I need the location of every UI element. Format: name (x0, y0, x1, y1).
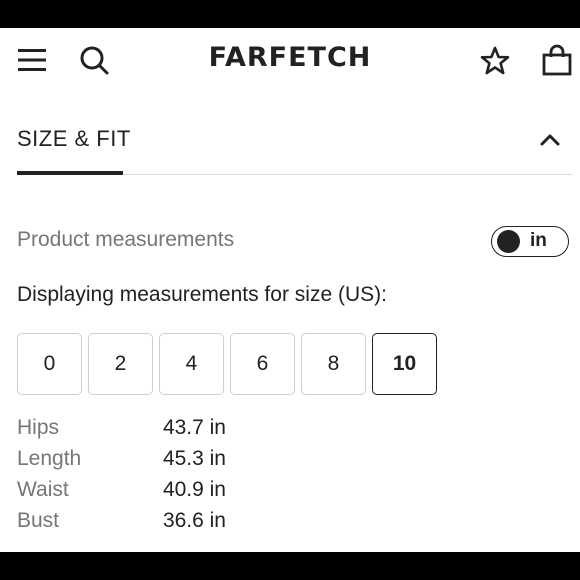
size-option-8[interactable]: 8 (301, 333, 366, 395)
star-icon[interactable] (476, 42, 514, 80)
top-navigation-bar: FARFETCH (0, 28, 580, 94)
measurement-name: Bust (17, 509, 60, 532)
measurement-name: Waist (17, 478, 69, 501)
measurements-table: Hips 43.7 in Length 45.3 in Waist 40.9 i… (17, 416, 277, 540)
measurement-name: Hips (17, 416, 60, 439)
product-measurements-label: Product measurements (17, 228, 235, 251)
unit-toggle-label: in (530, 230, 547, 251)
measurement-value: 36.6 in (162, 509, 226, 532)
size-selector: 0 2 4 6 8 10 (17, 333, 447, 395)
size-option-0[interactable]: 0 (17, 333, 82, 395)
size-option-4[interactable]: 4 (159, 333, 224, 395)
measurement-row: Hips 43.7 in (17, 416, 277, 447)
section-title: SIZE & FIT (17, 126, 131, 151)
size-fit-accordion-header[interactable]: SIZE & FIT (17, 120, 572, 174)
unit-toggle[interactable]: in (491, 226, 569, 257)
size-heading: Displaying measurements for size (US): (17, 283, 387, 306)
measurement-value: 45.3 in (162, 447, 226, 470)
screen: FARFETCH SIZE & FIT Product measurements… (0, 28, 580, 552)
size-option-6[interactable]: 6 (230, 333, 295, 395)
measurement-value: 43.7 in (162, 416, 226, 439)
measurement-row: Bust 36.6 in (17, 509, 277, 540)
measurement-row: Waist 40.9 in (17, 478, 277, 509)
measurement-name: Length (17, 447, 82, 470)
size-option-10[interactable]: 10 (372, 333, 437, 395)
toggle-knob (497, 230, 520, 253)
measurement-row: Length 45.3 in (17, 447, 277, 478)
chevron-up-icon[interactable] (538, 128, 562, 152)
measurement-value: 40.9 in (162, 478, 226, 501)
size-option-2[interactable]: 2 (88, 333, 153, 395)
active-tab-indicator (17, 171, 123, 175)
shopping-bag-icon[interactable] (538, 40, 576, 80)
